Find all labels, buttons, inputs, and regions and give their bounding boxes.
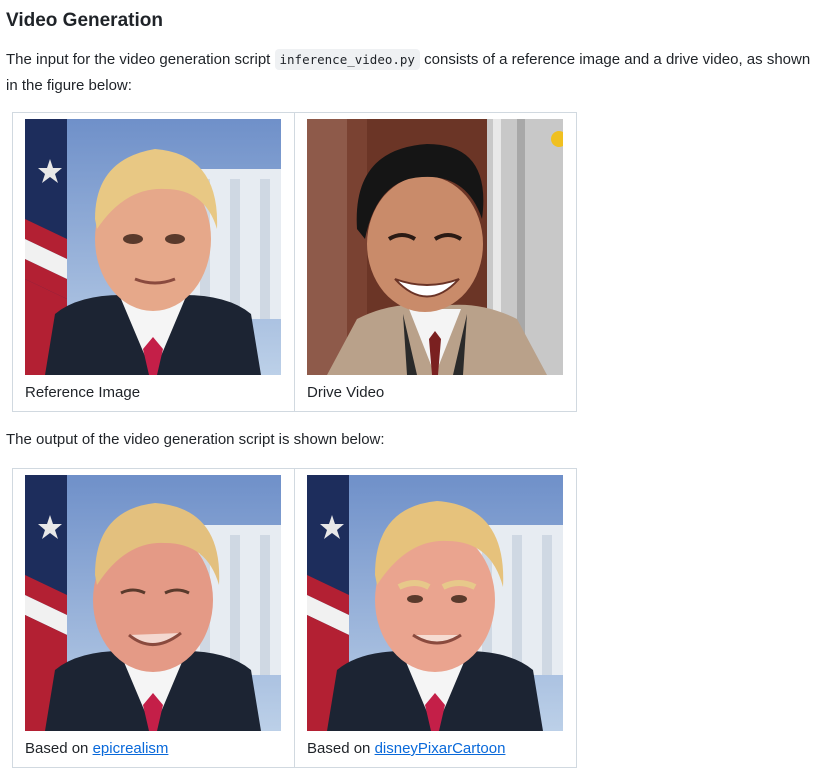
output-disney-pixar-cartoon-video[interactable] (307, 475, 563, 731)
output-table: Based on epicrealism Based on disneyPixa… (12, 468, 577, 768)
output-right-prefix: Based on (307, 740, 375, 757)
output-table-row: Based on epicrealism Based on disneyPixa… (12, 468, 577, 768)
reference-image (25, 119, 281, 375)
drive-video-frame[interactable] (307, 119, 563, 375)
epicrealism-link[interactable]: epicrealism (93, 740, 169, 757)
script-name-code: inference_video.py (274, 49, 420, 70)
drive-cell: Drive Video (294, 112, 577, 412)
output-left-caption: Based on epicrealism (25, 739, 281, 759)
output-left-prefix: Based on (25, 740, 93, 757)
output-right-cell: Based on disneyPixarCartoon (294, 468, 577, 768)
disney-pixar-cartoon-link[interactable]: disneyPixarCartoon (375, 740, 506, 757)
intro-paragraph: The input for the video generation scrip… (6, 47, 826, 99)
section-heading: Video Generation (6, 10, 163, 31)
input-table-row: Reference Image Drive Video (12, 112, 577, 412)
output-epicrealism-video[interactable] (25, 475, 281, 731)
output-intro-paragraph: The output of the video generation scrip… (6, 431, 385, 448)
reference-cell: Reference Image (12, 112, 295, 412)
reference-caption: Reference Image (25, 384, 141, 401)
output-right-caption: Based on disneyPixarCartoon (307, 739, 563, 759)
output-left-cell: Based on epicrealism (12, 468, 295, 768)
drive-caption: Drive Video (307, 384, 385, 401)
input-table: Reference Image Drive Video (12, 112, 577, 412)
intro-text-start: The input for the video generation scrip… (6, 51, 275, 68)
